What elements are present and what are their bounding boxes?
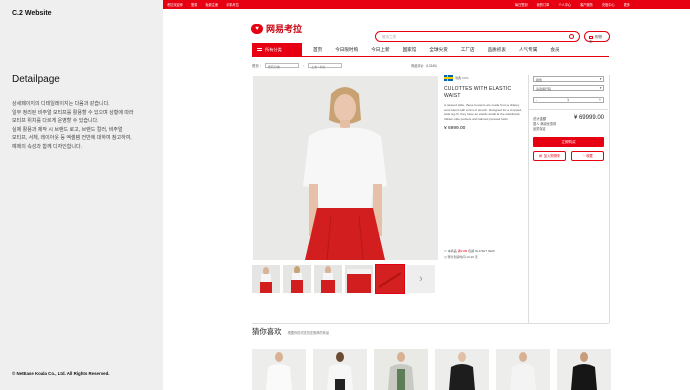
divider [252, 323, 609, 324]
add-to-cart-button[interactable]: 🛒︎ 加入购物车 [533, 151, 566, 161]
product-info: 瑞典 COS CULOTTES WITH ELASTIC WAIST A rel… [444, 75, 524, 259]
product-description: A relaxed slide, these trousers are made… [444, 103, 522, 121]
header: ♥ 网易考拉 雅诗兰黛 购物车 [163, 9, 690, 44]
product-title: CULOTTES WITH ELASTIC WAIST [444, 86, 512, 99]
nav-item[interactable]: 会员 [550, 47, 559, 53]
breadcrumb-select[interactable]: 所有分类 [264, 63, 299, 69]
search-placeholder: 雅诗兰黛 [382, 35, 396, 39]
qty-plus-button[interactable]: + [599, 98, 601, 102]
qty-minus-button[interactable]: - [536, 98, 537, 102]
breadcrumb-root[interactable]: 首页 [252, 63, 259, 68]
product-thumbnail-selected[interactable] [375, 264, 405, 294]
buy-now-button[interactable]: 立即购买 [533, 137, 604, 147]
website-mockup: 考拉欢迎你 登录 免费注册 手机考拉 每日签到 我的订单 个人中心 客户服务 充… [163, 0, 690, 390]
nav-item[interactable]: 首页 [313, 47, 322, 53]
promo-line: ◷ 预计到货时间 10-20 天 [444, 255, 478, 259]
product-thumbnail[interactable] [314, 265, 342, 293]
copyright: © NetEase Koala Co., Ltd. All Rights Res… [12, 371, 110, 376]
divider [528, 75, 529, 323]
total-row: 总计金额 ¥ 69999.00 [533, 115, 604, 122]
quantity-stepper[interactable]: - 1 + [533, 97, 604, 103]
nav-item[interactable]: 工厂店 [461, 47, 475, 53]
sweden-flag-icon [444, 75, 453, 81]
recommended-product[interactable] [252, 349, 306, 390]
doc-panel: C.2 Website Detailpage 상세페이지의 디테일레이지는 다음… [0, 0, 163, 390]
desc-line: 실제 활용과 제작 시 브랜드 로고, 브랜드 컬러, 비주얼 [12, 126, 123, 133]
logo-heart-icon: ♥ [251, 23, 263, 34]
thumbnail-strip: › [252, 264, 438, 294]
topbar-link[interactable]: 登录 [191, 2, 197, 7]
product-thumbnail[interactable] [283, 265, 311, 293]
recommended-product[interactable] [374, 349, 428, 390]
doc-description: 상세페이지의 디테일레이지는 다음과 같습니다. 일부 정리된 비주얼 모티프를… [12, 100, 157, 152]
favorite-button[interactable]: ♡ 收藏 [571, 151, 604, 161]
topbar-link[interactable]: 充值中心 [602, 2, 615, 7]
topbar-link[interactable]: 手机考拉 [226, 2, 239, 7]
nav-item[interactable]: 人气专属 [519, 47, 537, 53]
menu-icon [257, 48, 262, 51]
desc-line: 모티프 위치를 다르게 운영할 수 있습니다. [12, 118, 99, 125]
cart-icon: 🛒︎ [538, 154, 543, 158]
doc-heading: Detailpage [12, 74, 60, 85]
logo[interactable]: ♥ 网易考拉 [251, 22, 302, 35]
promo-info: ▭ 本商品 满¥199 包邮 NL1/SET NEW ◷ 预计到货时间 10-2… [444, 248, 495, 260]
recommendations-row [252, 349, 618, 390]
origin-text: 瑞典 COS [455, 76, 469, 80]
product-main-image [253, 76, 438, 260]
product-thumbnail[interactable] [252, 265, 280, 293]
search-input[interactable]: 雅诗兰黛 [375, 31, 580, 42]
breadcrumb-select[interactable]: 上衣 / 衬衫 [308, 63, 343, 69]
heart-icon: ♡ [582, 154, 586, 158]
recommended-product[interactable] [557, 349, 611, 390]
color-select[interactable]: 颜色 [533, 76, 604, 82]
desc-line: 상세페이지의 디테일레이지는 다음과 같습니다. [12, 101, 110, 107]
chevron-right-icon[interactable]: › [407, 265, 435, 293]
divider [529, 109, 608, 110]
nav-item[interactable]: 全球尖货 [429, 47, 447, 53]
recommended-product[interactable] [313, 349, 367, 390]
recommended-product[interactable] [435, 349, 489, 390]
category-menu-button[interactable]: 所有分类 [252, 42, 302, 57]
topbar-link[interactable]: 每日签到 [515, 2, 528, 7]
divider [609, 75, 610, 323]
total-label: 总计金额 [533, 117, 547, 121]
guarantee-text: 品质保证 [533, 127, 546, 131]
product-thumbnail[interactable] [345, 265, 373, 293]
recommendations-header: 猜你喜欢 根据你的浏览历史推荐的商品 [252, 326, 329, 337]
nav-item[interactable]: 今日限时购 [335, 47, 358, 53]
desc-line: 일부 정리된 비주얼 모티프를 활용할 수 있으며 상황에 따라 [12, 109, 134, 116]
truck-icon: ▭ [444, 249, 447, 253]
nav-item[interactable]: 今日上新 [371, 47, 389, 53]
topbar-link[interactable]: 更多 [624, 2, 630, 7]
size-select[interactable]: 请选择尺码 [533, 85, 604, 91]
breadcrumb: 首页 › 所有分类 › 上衣 / 衬衫 [252, 63, 345, 69]
product-origin: 瑞典 COS [444, 75, 524, 81]
recommendations-title: 猜你喜欢 [252, 327, 282, 336]
nav-item[interactable]: 国家馆 [403, 47, 417, 53]
category-label: 所有分类 [265, 46, 282, 52]
desc-line: 모티프, 서체, 레이아웃 등 엑셀템 전반에 대하여 참고하여, [12, 135, 132, 142]
purchase-panel: 颜色 请选择尺码 - 1 + 总计金额 ¥ 69999.00 国人 满减优惠券 … [529, 76, 608, 161]
nav-item[interactable]: 品质初衷 [488, 47, 506, 53]
product-price: ¥ 6999.00 [444, 125, 466, 131]
logo-text: 网易考拉 [266, 24, 303, 34]
search-icon[interactable] [569, 34, 574, 39]
topbar-link[interactable]: 考拉欢迎你 [167, 2, 183, 7]
action-buttons: 🛒︎ 加入购物车 ♡ 收藏 [533, 151, 604, 161]
top-bar: 考拉欢迎你 登录 免费注册 手机考拉 每日签到 我的订单 个人中心 客户服务 充… [163, 0, 690, 9]
topbar-link[interactable]: 个人中心 [558, 2, 571, 7]
main-nav: 所有分类 首页 今日限时购 今日上新 国家馆 全球尖货 工厂店 品质初衷 人气专… [252, 42, 609, 57]
desc-line: 예제의 속성과 함께 디자인합니다. [12, 143, 82, 150]
topbar-link[interactable]: 免费注册 [205, 2, 218, 7]
topbar-link[interactable]: 我的订单 [537, 2, 550, 7]
cart-button[interactable]: 购物车 [584, 31, 610, 44]
section-label: C.2 Website [12, 10, 52, 17]
topbar-link[interactable]: 客户服务 [580, 2, 593, 7]
total-price: ¥ 69999.00 [573, 115, 604, 121]
recommendations-subtitle: 根据你的浏览历史推荐的商品 [287, 331, 330, 335]
recommended-product[interactable] [496, 349, 550, 390]
comment-link[interactable]: 商品评价（12345） [411, 63, 439, 68]
cart-icon [589, 35, 593, 39]
qty-value[interactable]: 1 [567, 98, 569, 102]
